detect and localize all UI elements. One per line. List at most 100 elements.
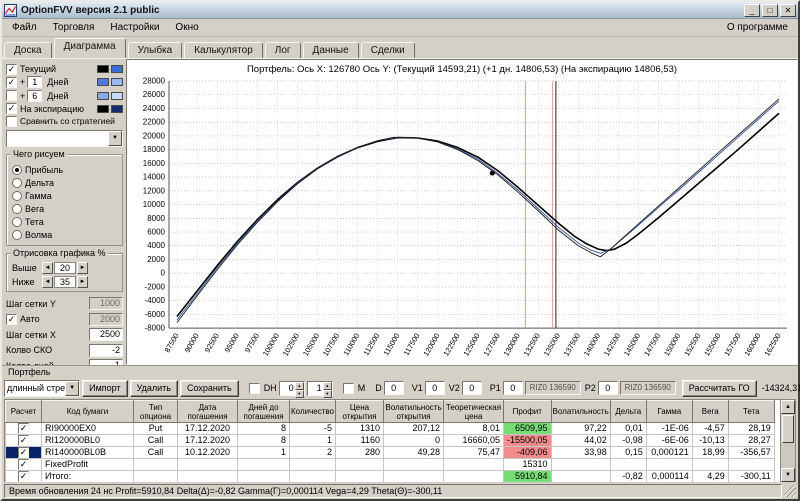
column-header[interactable]: Расчет — [6, 401, 42, 423]
below-value-field[interactable]: 35 — [54, 276, 76, 288]
sko-input[interactable]: -2 — [89, 344, 123, 357]
table-row[interactable]: ✓RI140000BL0BCall10.12.20201228049,2875,… — [6, 447, 775, 459]
close-button[interactable]: ✕ — [780, 4, 796, 17]
strategy-select[interactable]: длинный стре ▼ — [4, 380, 80, 397]
scroll-down-icon[interactable]: ▼ — [781, 468, 795, 482]
import-button[interactable]: Импорт — [82, 380, 127, 397]
radio-profit[interactable] — [12, 165, 22, 175]
curve-color-swatch[interactable] — [111, 78, 123, 86]
strategy-compare-select[interactable]: ▼ — [6, 130, 123, 147]
radio-delta[interactable] — [12, 178, 22, 188]
row-select-cell[interactable]: ✓ — [6, 471, 42, 483]
column-header[interactable]: Дата погашения — [178, 401, 238, 423]
row-calc-checkbox[interactable]: ✓ — [18, 471, 29, 482]
resize-grip[interactable] — [784, 485, 796, 497]
compare-strategy-checkbox[interactable] — [6, 116, 17, 127]
column-header[interactable]: Теоретическая цена — [444, 401, 504, 423]
row-select-cell[interactable]: ✓ — [6, 423, 42, 435]
curve-color-swatch[interactable] — [111, 65, 123, 73]
curve-color-swatch[interactable] — [97, 78, 109, 86]
row-calc-checkbox[interactable]: ✓ — [18, 459, 29, 470]
column-header[interactable]: Цена открытия — [336, 401, 384, 423]
maximize-button[interactable]: □ — [762, 4, 778, 17]
curve-color-swatch[interactable] — [111, 105, 123, 113]
curve-color-swatch[interactable] — [97, 92, 109, 100]
radio-vega[interactable] — [12, 204, 22, 214]
auto-checkbox[interactable]: ✓ — [6, 314, 17, 325]
tab-log[interactable]: Лог — [265, 42, 301, 59]
grid-step-y-input[interactable]: 1000 — [89, 297, 123, 310]
radio-volma[interactable] — [12, 230, 22, 240]
spin-up-icon[interactable]: ▲ — [323, 382, 332, 390]
above-value-field[interactable]: 20 — [54, 262, 76, 274]
menu-item-window[interactable]: Окно — [167, 20, 206, 35]
scroll-up-icon[interactable]: ▲ — [781, 400, 795, 414]
scroll-thumb[interactable] — [782, 415, 794, 443]
minimize-button[interactable]: _ — [744, 4, 760, 17]
table-row[interactable]: ✓Итого:5910,84-0,820,0001144,29-300,11 — [6, 471, 775, 483]
p1-field[interactable]: 0 — [503, 381, 523, 395]
row-select-cell[interactable]: ✓ — [6, 459, 42, 471]
tab-calculator[interactable]: Калькулятор — [184, 42, 263, 59]
tab-diagram[interactable]: Диаграмма — [54, 38, 126, 58]
radio-theta[interactable] — [12, 217, 22, 227]
profit-chart[interactable]: -8000-6000-4000-200002000400060008000100… — [127, 77, 797, 364]
days-offset-field[interactable]: 1 — [27, 76, 42, 88]
d-field[interactable]: 0 — [384, 381, 404, 395]
curve-color-swatch[interactable] — [97, 65, 109, 73]
tab-data[interactable]: Данные — [303, 42, 359, 59]
column-header[interactable]: Тета — [728, 401, 774, 423]
v2-field[interactable]: 0 — [462, 381, 482, 395]
curve-checkbox-plus6days[interactable] — [6, 90, 17, 101]
dh-spinner-2[interactable]: 1 ▲▼ — [307, 381, 333, 396]
v1-field[interactable]: 0 — [425, 381, 445, 395]
curve-checkbox-expiration[interactable]: ✓ — [6, 103, 17, 114]
spin-down-icon[interactable]: ▼ — [295, 390, 304, 398]
delete-button[interactable]: Удалить — [130, 380, 178, 397]
table-row[interactable]: ✓FixedProfit15310 — [6, 459, 775, 471]
table-scrollbar[interactable]: ▲ ▼ — [780, 400, 795, 482]
table-row[interactable]: ✓RI90000EX0Put17.12.20208-51310207,128,0… — [6, 423, 775, 435]
dh-spinner-1[interactable]: 0 ▲▼ — [279, 381, 305, 396]
dh-checkbox[interactable] — [249, 383, 260, 394]
column-header[interactable]: Вега — [692, 401, 728, 423]
calc-margin-button[interactable]: Рассчитать ГО — [682, 380, 757, 397]
radio-gamma[interactable] — [12, 191, 22, 201]
column-header[interactable]: Волатильность — [551, 401, 610, 423]
menu-item-file[interactable]: Файл — [4, 20, 45, 35]
grid-step-x-input[interactable]: 2500 — [89, 328, 123, 341]
column-header[interactable]: Дельта — [610, 401, 646, 423]
below-increment-button[interactable]: ► — [77, 276, 88, 288]
row-select-cell[interactable]: ✓ — [6, 435, 42, 447]
column-header[interactable]: Гамма — [646, 401, 692, 423]
titlebar[interactable]: OptionFVV версия 2.1 public _ □ ✕ — [2, 2, 798, 19]
save-button[interactable]: Сохранить — [180, 380, 239, 397]
table-row[interactable]: ✓RI120000BL0Call17.12.2020811160016660,0… — [6, 435, 775, 447]
below-decrement-button[interactable]: ◄ — [42, 276, 53, 288]
m-checkbox[interactable] — [343, 383, 354, 394]
curve-color-swatch[interactable] — [97, 105, 109, 113]
curve-color-swatch[interactable] — [111, 92, 123, 100]
column-header[interactable]: Дней до погашения — [238, 401, 290, 423]
curve-checkbox-plus1day[interactable]: ✓ — [6, 77, 17, 88]
column-header[interactable]: Количество — [290, 401, 336, 423]
column-header[interactable]: Волатильность открытия — [384, 401, 444, 423]
row-select-cell[interactable]: ✓ — [6, 447, 42, 459]
above-decrement-button[interactable]: ◄ — [42, 262, 53, 274]
spin-down-icon[interactable]: ▼ — [323, 390, 332, 398]
row-calc-checkbox[interactable]: ✓ — [18, 423, 29, 434]
above-increment-button[interactable]: ► — [77, 262, 88, 274]
menu-item-trade[interactable]: Торговля — [45, 20, 103, 35]
p2-field[interactable]: 0 — [598, 381, 618, 395]
column-header[interactable]: Код бумаги — [42, 401, 134, 423]
row-calc-checkbox[interactable]: ✓ — [18, 435, 29, 446]
column-header[interactable]: Профит — [504, 401, 552, 423]
column-header[interactable]: Тип опциона — [134, 401, 178, 423]
chevron-down-icon[interactable]: ▼ — [65, 381, 79, 396]
row-calc-checkbox[interactable]: ✓ — [18, 447, 29, 458]
tab-deals[interactable]: Сделки — [361, 42, 415, 59]
menu-item-about[interactable]: О программе — [719, 20, 796, 35]
spin-up-icon[interactable]: ▲ — [295, 382, 304, 390]
chevron-down-icon[interactable]: ▼ — [108, 131, 122, 146]
days-offset-field[interactable]: 6 — [27, 90, 42, 102]
